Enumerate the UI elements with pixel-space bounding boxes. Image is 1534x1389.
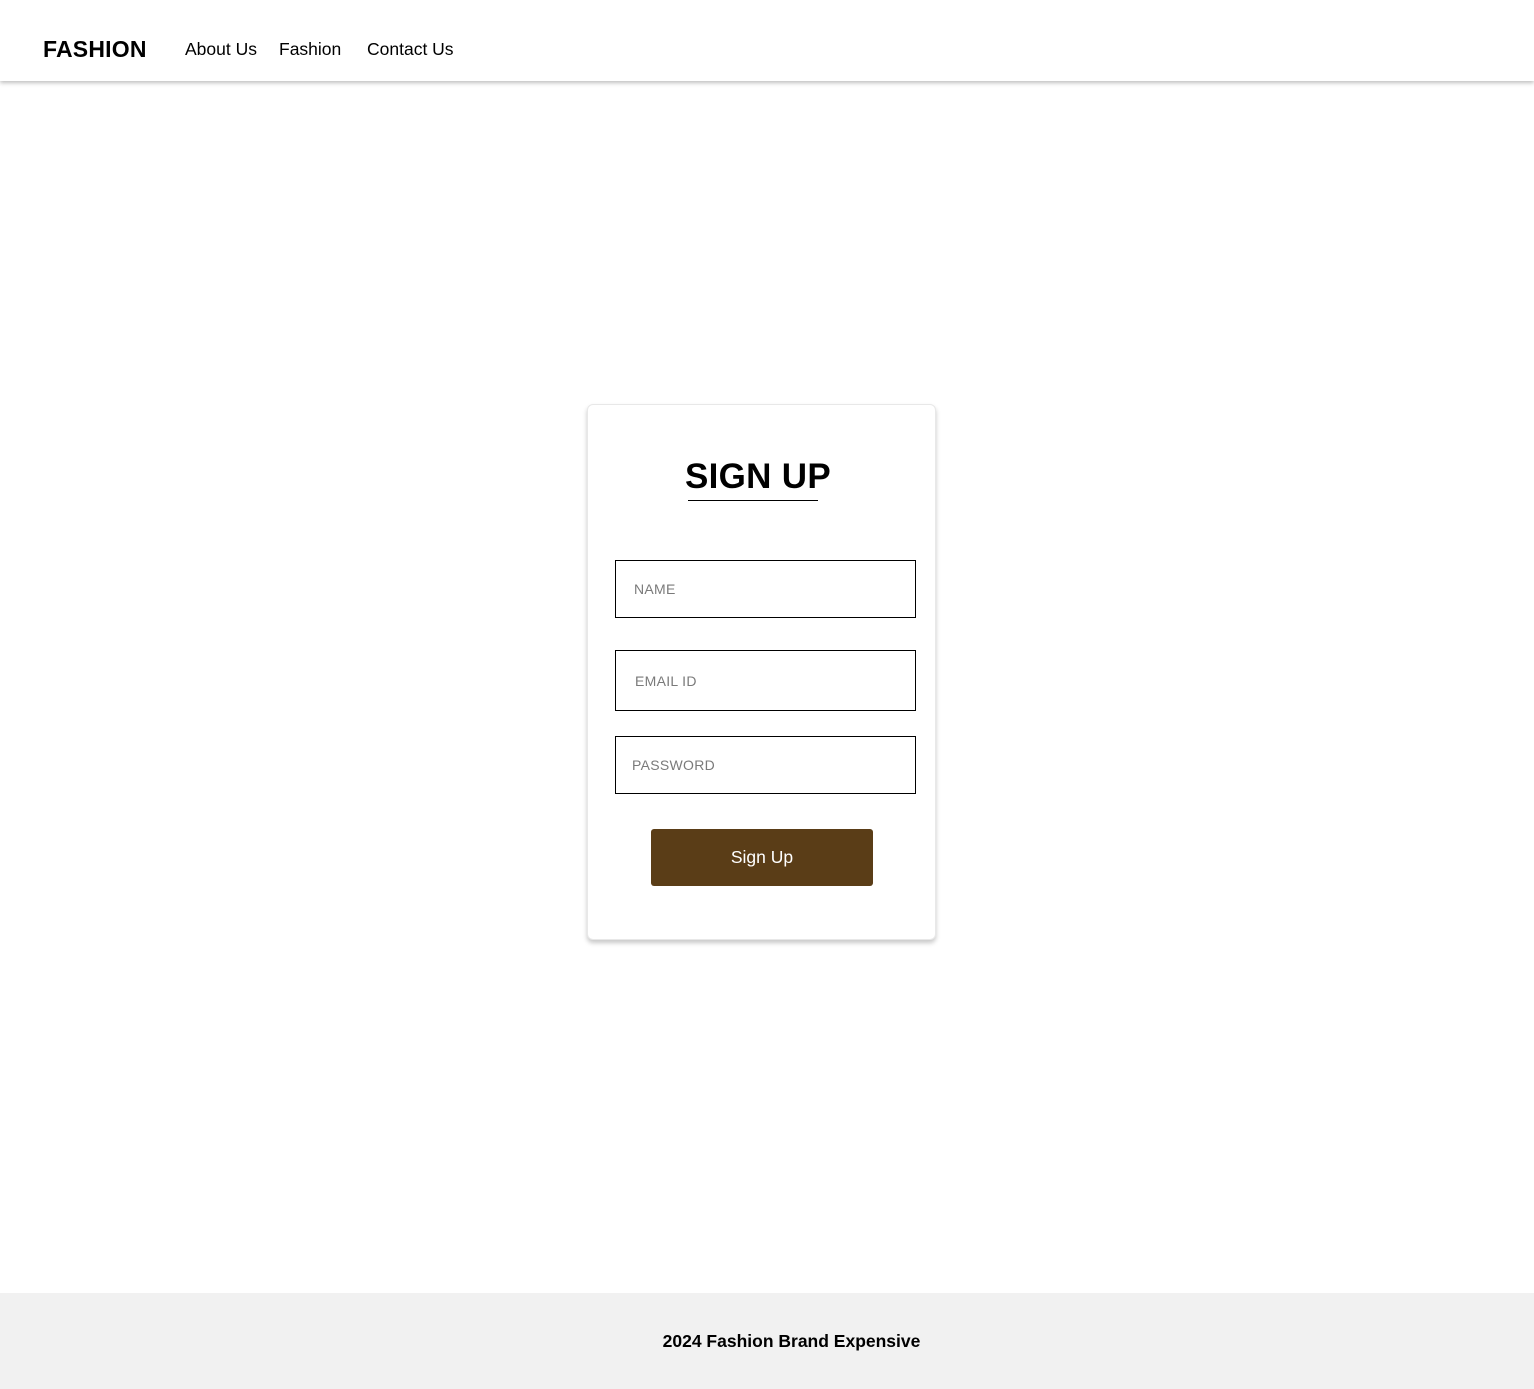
top-navbar: FASHION About Us Fashion Contact Us xyxy=(0,0,1534,81)
footer: 2024 Fashion Brand Expensive xyxy=(0,1293,1534,1389)
nav-link-fashion[interactable]: Fashion xyxy=(279,38,341,60)
signup-title: SIGN UP xyxy=(684,457,831,496)
nav-link-about-us[interactable]: About Us xyxy=(185,38,257,60)
signup-button[interactable]: Sign Up xyxy=(651,829,873,886)
signup-card: SIGN UP Sign Up xyxy=(587,404,936,940)
email-input[interactable] xyxy=(615,650,916,711)
brand-logo[interactable]: FASHION xyxy=(43,35,147,63)
footer-copyright: 2024 Fashion Brand Expensive xyxy=(662,1331,921,1351)
title-underline xyxy=(688,500,818,501)
password-input[interactable] xyxy=(615,736,916,794)
nav-link-contact-us[interactable]: Contact Us xyxy=(367,38,454,60)
name-input[interactable] xyxy=(615,560,916,618)
